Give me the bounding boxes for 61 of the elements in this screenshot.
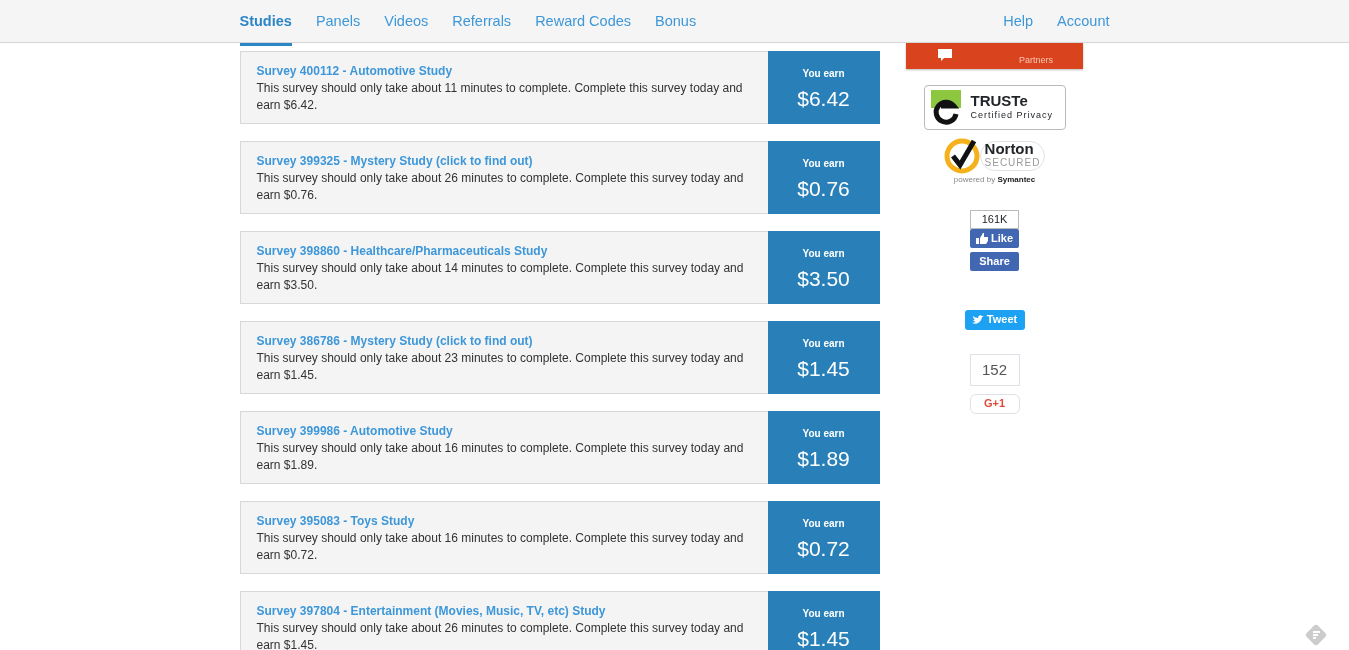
survey-description: This survey should only take about 26 minutes to complete. Complete this survey today and earn $0.76. [256,170,745,204]
survey-link[interactable]: Survey 397804 - Entertainment (Movies, Music, TV, etc) Study [256,604,606,618]
partner-banner[interactable]: Partners [906,43,1083,69]
powered-by-text: powered by Symantec [953,174,1036,186]
nav-tab[interactable]: Studies [239,0,292,46]
plus-one-button[interactable]: G+1 [969,393,1020,414]
survey-description: This survey should only take about 26 minutes to complete. Complete this survey today and earn $1.45. [256,620,745,650]
earn-label: You earn [801,157,846,171]
earn-label: You earn [801,427,846,441]
survey-description: This survey should only take about 16 minutes to complete. Complete this survey today and earn $1.89. [256,440,745,474]
earn-amount: $0.72 [796,536,851,562]
earn-amount: $3.50 [796,266,851,292]
banner-text: Partners [1019,53,1053,67]
earn-panel[interactable]: You earn $6.42 [767,51,880,124]
survey-link[interactable]: Survey 399325 - Mystery Study (click to find out) [256,154,533,168]
earn-panel[interactable]: You earn $3.50 [767,231,880,304]
survey-link[interactable]: Survey 386786 - Mystery Study (click to find out) [256,334,533,348]
bird-icon [971,315,984,326]
plus-count: 152 [969,353,1020,386]
survey-description: This survey should only take about 14 minutes to complete. Complete this survey today and earn $3.50. [256,260,745,294]
earn-amount: $1.45 [796,356,851,382]
nav-tab[interactable]: Help [1003,0,1034,46]
survey-description: This survey should only take about 16 minutes to complete. Complete this survey today and earn $0.72. [256,530,745,564]
checkmark-icon [943,138,980,174]
share-button[interactable]: Share [970,251,1019,271]
survey-link[interactable]: Survey 400112 - Automotive Study [256,64,453,78]
earn-panel[interactable]: You earn $0.72 [767,501,880,574]
survey-link[interactable]: Survey 398860 - Healthcare/Pharmaceuticals Study [256,244,548,258]
thumbs-up-icon [975,233,988,245]
seal-caption: Certified Privacy [970,108,1054,122]
norton-seal[interactable]: Norton SECURED powered by Symantec [943,138,1046,186]
seal-name: TRUSTe [970,92,1029,109]
earn-amount: $0.76 [796,176,851,202]
nav-tab[interactable]: Panels [315,0,361,46]
nav-tab[interactable]: Videos [384,0,429,46]
earn-panel[interactable]: You earn $1.45 [767,591,880,650]
earn-panel[interactable]: You earn $1.89 [767,411,880,484]
nav-tab[interactable]: Referrals [452,0,512,46]
earn-label: You earn [801,67,846,81]
truste-seal[interactable]: TRUSTe Certified Privacy [923,85,1066,130]
tweet-button[interactable]: Tweet [964,309,1025,330]
nav-tab[interactable]: Bonus [655,0,697,46]
earn-label: You earn [801,517,846,531]
survey-description: This survey should only take about 11 minutes to complete. Complete this survey today and earn $6.42. [256,80,744,114]
survey-link[interactable]: Survey 395083 - Toys Study [256,514,415,528]
earn-label: You earn [801,247,846,261]
earn-label: You earn [801,607,846,621]
seal-name: Norton [984,142,1035,156]
survey-description: This survey should only take about 23 minutes to complete. Complete this survey today and earn $1.45. [256,350,745,384]
nav-tab[interactable]: Reward Codes [535,0,632,46]
badge-icon [938,49,952,61]
like-count: 161K [970,210,1019,229]
nav-tab[interactable]: Account [1057,0,1110,46]
earn-label: You earn [801,337,846,351]
seal-status: SECURED [984,156,1041,170]
earn-panel[interactable]: You earn $1.45 [767,321,880,394]
earn-amount: $6.42 [796,86,851,112]
earn-amount: $1.89 [796,446,851,472]
earn-panel[interactable]: You earn $0.76 [767,141,880,214]
earn-amount: $1.45 [796,626,851,650]
survey-link[interactable]: Survey 399986 - Automotive Study [256,424,453,438]
